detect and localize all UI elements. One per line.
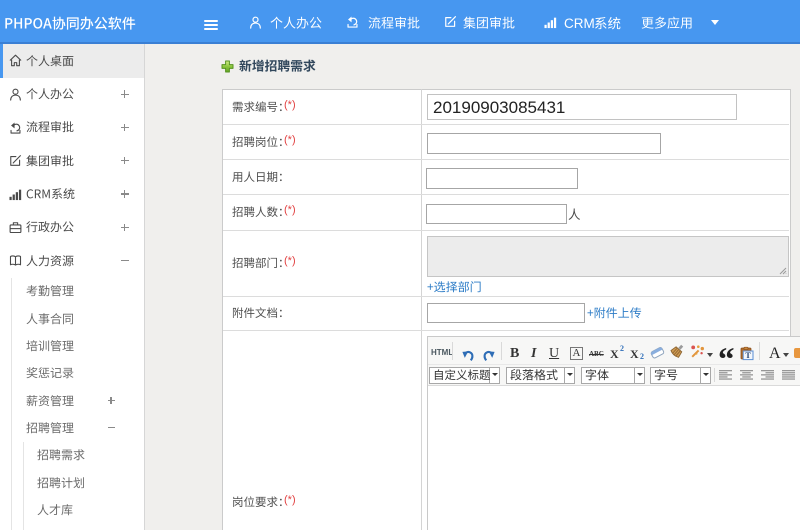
svg-text:T: T	[745, 351, 751, 360]
